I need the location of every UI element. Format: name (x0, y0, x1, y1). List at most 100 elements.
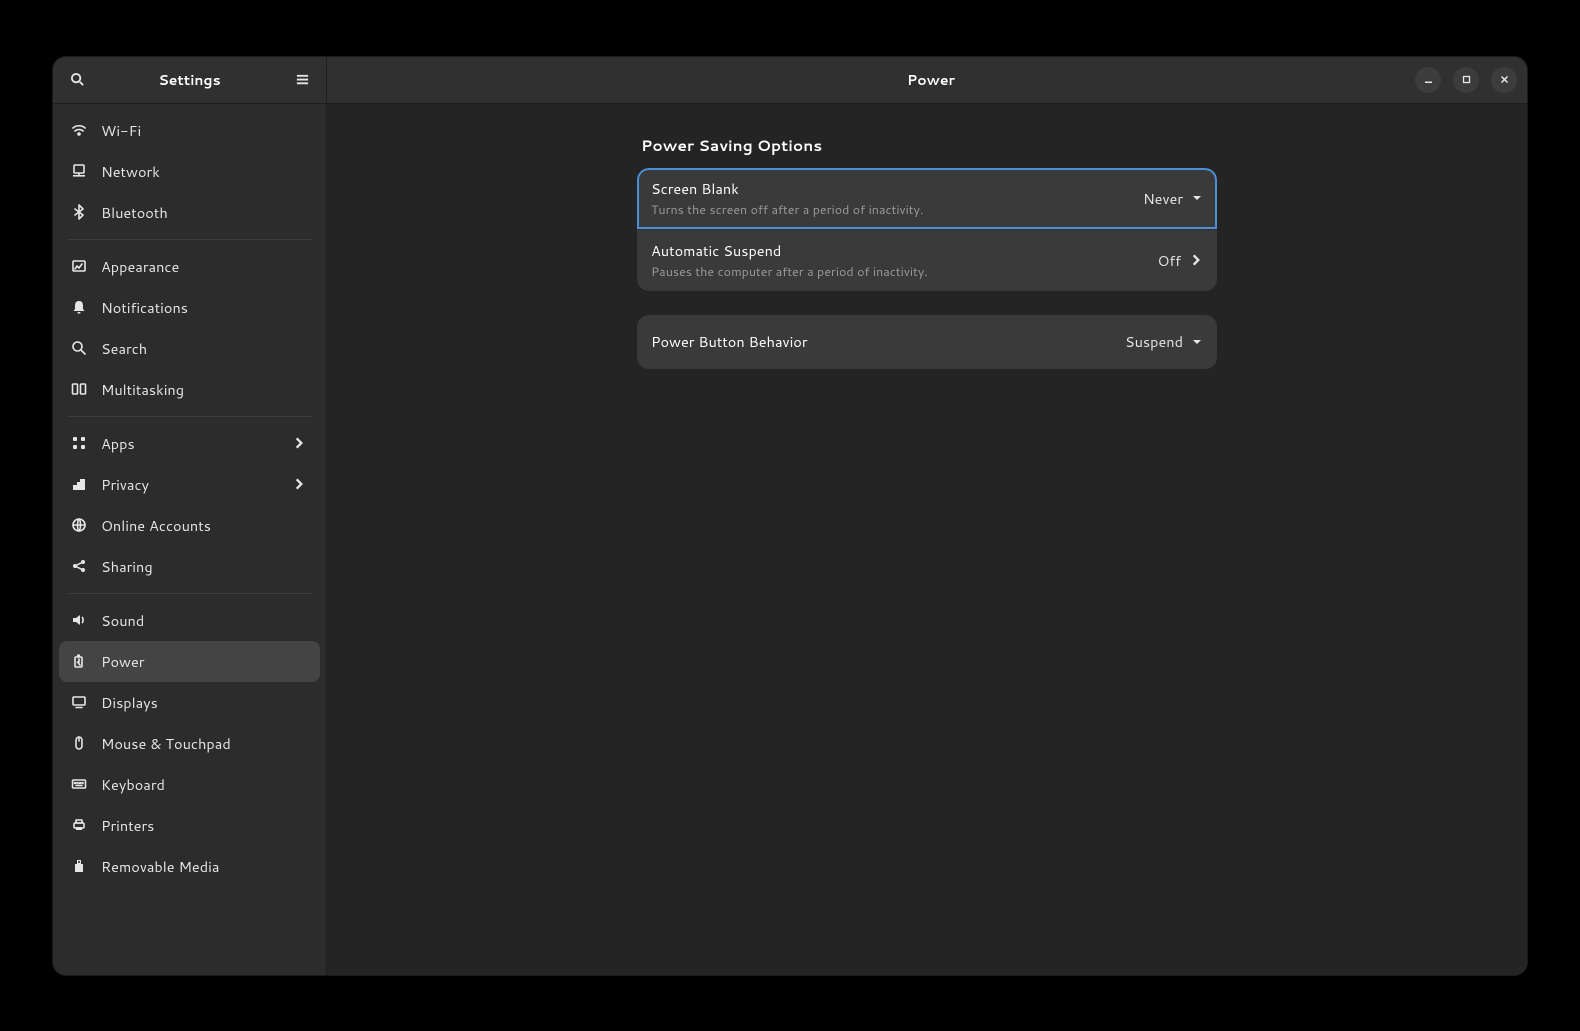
power-saving-group: Screen Blank Turns the screen off after … (637, 168, 1217, 291)
sidebar-item-multitasking[interactable]: Multitasking (59, 369, 320, 410)
row-subtitle: Turns the screen off after a period of i… (651, 201, 1143, 219)
maximize-button[interactable] (1453, 67, 1479, 93)
content-area: Power Saving Options Screen Blank Turns … (327, 104, 1527, 975)
sidebar-item-label: Privacy (101, 474, 278, 495)
minimize-button[interactable] (1415, 67, 1441, 93)
keyboard-icon (71, 776, 87, 792)
sidebar-item-sharing[interactable]: Sharing (59, 546, 320, 587)
wifi-icon (71, 122, 87, 138)
sidebar-item-label: Removable Media (101, 856, 308, 877)
sidebar-header: Settings (53, 57, 326, 104)
bell-icon (71, 299, 87, 315)
row-title: Screen Blank (651, 178, 1143, 199)
online-icon (71, 517, 87, 533)
minimize-icon (1424, 75, 1433, 84)
sidebar-item-label: Wi-Fi (101, 120, 308, 141)
sidebar-item-notifications[interactable]: Notifications (59, 287, 320, 328)
sidebar-item-label: Printers (101, 815, 308, 836)
main-panel: Power Power Saving Options (327, 57, 1527, 975)
section-title: Power Saving Options (641, 134, 1217, 156)
sidebar-item-appearance[interactable]: Appearance (59, 246, 320, 287)
separator (67, 593, 312, 594)
sidebar-item-apps[interactable]: Apps (59, 423, 320, 464)
sidebar-item-online-accounts[interactable]: Online Accounts (59, 505, 320, 546)
sidebar-item-wi-fi[interactable]: Wi-Fi (59, 110, 320, 151)
sidebar-item-label: Power (101, 651, 308, 672)
separator (67, 239, 312, 240)
menu-button[interactable] (288, 66, 316, 94)
sidebar-title: Settings (91, 70, 288, 90)
sidebar-item-label: Sharing (101, 556, 308, 577)
sidebar-item-network[interactable]: Network (59, 151, 320, 192)
search-icon (71, 340, 87, 356)
sidebar-item-label: Notifications (101, 297, 308, 318)
row-screen-blank[interactable]: Screen Blank Turns the screen off after … (637, 168, 1217, 230)
appearance-icon (71, 258, 87, 274)
sidebar-item-label: Search (101, 338, 308, 359)
sidebar-item-power[interactable]: Power (59, 641, 320, 682)
main-header: Power (327, 57, 1527, 104)
sidebar-item-bluetooth[interactable]: Bluetooth (59, 192, 320, 233)
row-title: Power Button Behavior (651, 331, 1125, 352)
dropdown-icon (1191, 336, 1203, 348)
chevron-right-icon (292, 476, 308, 492)
sound-icon (71, 612, 87, 628)
row-left: Power Button Behavior (651, 331, 1125, 352)
sidebar-item-sound[interactable]: Sound (59, 600, 320, 641)
sidebar-item-privacy[interactable]: Privacy (59, 464, 320, 505)
close-icon (1500, 75, 1509, 84)
page-title: Power (447, 70, 1415, 90)
chevron-right-icon (1189, 253, 1203, 267)
sidebar-item-printers[interactable]: Printers (59, 805, 320, 846)
row-left: Automatic Suspend Pauses the computer af… (651, 240, 1157, 281)
window-controls (1415, 67, 1517, 93)
power-button-value: Suspend (1125, 331, 1183, 352)
sidebar-item-label: Displays (101, 692, 308, 713)
row-subtitle: Pauses the computer after a period of in… (651, 263, 1157, 281)
settings-window: Settings Wi-Fi Network Bluetooth Appearance… (52, 56, 1528, 976)
sidebar-item-label: Sound (101, 610, 308, 631)
sidebar-item-removable-media[interactable]: Removable Media (59, 846, 320, 887)
network-icon (71, 163, 87, 179)
removable-icon (71, 858, 87, 874)
sidebar-item-label: Bluetooth (101, 202, 308, 223)
multitask-icon (71, 381, 87, 397)
row-title: Automatic Suspend (651, 240, 1157, 261)
sidebar-item-search[interactable]: Search (59, 328, 320, 369)
screen-blank-value: Never (1143, 188, 1183, 209)
sidebar-item-mouse-touchpad[interactable]: Mouse & Touchpad (59, 723, 320, 764)
sidebar-item-keyboard[interactable]: Keyboard (59, 764, 320, 805)
close-button[interactable] (1491, 67, 1517, 93)
bluetooth-icon (71, 204, 87, 220)
row-automatic-suspend[interactable]: Automatic Suspend Pauses the computer af… (637, 230, 1217, 291)
row-value: Never (1143, 188, 1203, 209)
sidebar-item-label: Keyboard (101, 774, 308, 795)
sidebar-item-label: Network (101, 161, 308, 182)
row-left: Screen Blank Turns the screen off after … (651, 178, 1143, 219)
search-button[interactable] (63, 66, 91, 94)
sidebar-item-displays[interactable]: Displays (59, 682, 320, 723)
sidebar-item-label: Online Accounts (101, 515, 308, 536)
maximize-icon (1462, 75, 1471, 84)
sidebar-item-label: Apps (101, 433, 278, 454)
sidebar-list: Wi-Fi Network Bluetooth Appearance Notificat… (53, 104, 326, 975)
printer-icon (71, 817, 87, 833)
display-icon (71, 694, 87, 710)
dropdown-icon (1191, 192, 1203, 204)
mouse-icon (71, 735, 87, 751)
separator (67, 416, 312, 417)
auto-suspend-value: Off (1157, 250, 1181, 271)
sidebar-item-label: Multitasking (101, 379, 308, 400)
row-value: Suspend (1125, 331, 1203, 352)
chevron-right-icon (292, 435, 308, 451)
sidebar-item-label: Appearance (101, 256, 308, 277)
search-icon (70, 72, 85, 87)
share-icon (71, 558, 87, 574)
row-power-button-behavior[interactable]: Power Button Behavior Suspend (637, 315, 1217, 369)
content-inner: Power Saving Options Screen Blank Turns … (637, 134, 1217, 945)
power-icon (71, 653, 87, 669)
sidebar: Settings Wi-Fi Network Bluetooth Appearance… (53, 57, 327, 975)
apps-icon (71, 435, 87, 451)
privacy-icon (71, 476, 87, 492)
hamburger-icon (295, 72, 310, 87)
